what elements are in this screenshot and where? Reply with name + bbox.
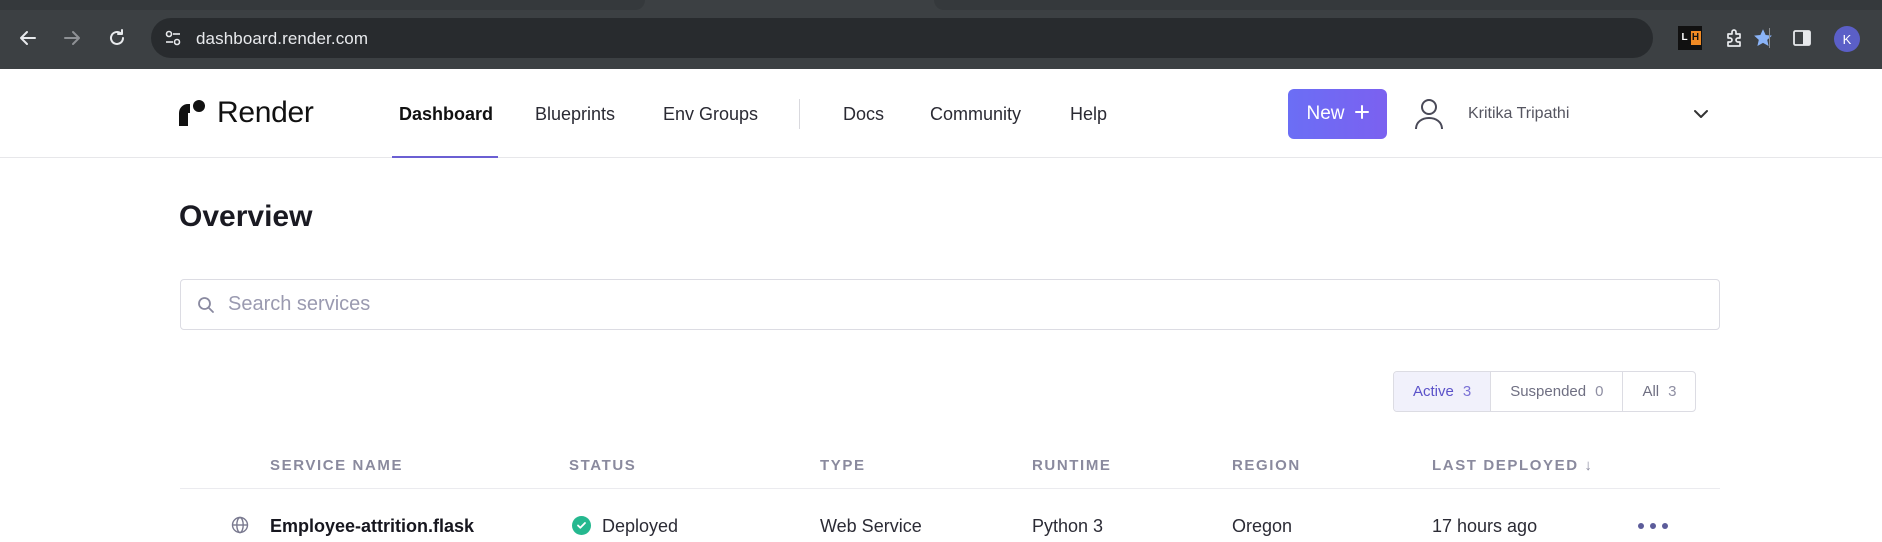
profile-avatar[interactable]: K — [1834, 26, 1860, 52]
reload-icon[interactable] — [101, 22, 133, 54]
globe-icon — [230, 515, 250, 535]
service-name-link[interactable]: Employee-attrition.flask — [270, 516, 474, 537]
column-header-type[interactable]: TYPE — [820, 457, 866, 474]
plus-icon — [1354, 103, 1369, 125]
nav-community[interactable]: Community — [930, 104, 1021, 125]
column-header-runtime[interactable]: RUNTIME — [1032, 457, 1112, 474]
render-logo[interactable]: Render — [179, 96, 314, 130]
search-input[interactable] — [228, 280, 1708, 329]
chevron-down-icon[interactable] — [1690, 103, 1712, 125]
browser-toolbar: dashboard.render.com L H K — [0, 0, 1882, 69]
logo-text: Render — [217, 96, 314, 129]
new-button-label: New — [1306, 103, 1345, 124]
service-region: Oregon — [1232, 516, 1293, 536]
search-box[interactable] — [180, 279, 1720, 330]
back-icon[interactable] — [12, 22, 44, 54]
browser-tab[interactable] — [0, 0, 645, 10]
nav-dashboard[interactable]: Dashboard — [399, 104, 493, 125]
active-nav-indicator — [392, 156, 498, 158]
nav-docs[interactable]: Docs — [843, 104, 884, 125]
filter-count: 0 — [1595, 383, 1604, 400]
url-text[interactable]: dashboard.render.com — [196, 29, 368, 49]
service-status: Deployed — [602, 516, 679, 536]
column-header-status[interactable]: STATUS — [569, 457, 636, 474]
browser-tab[interactable] — [934, 0, 1882, 10]
bookmark-star-icon[interactable] — [1751, 26, 1775, 50]
nav-divider — [799, 99, 800, 129]
status-filter-tabs: Active 3 Suspended 0 All 3 — [1393, 371, 1697, 412]
filter-count: 3 — [1668, 383, 1677, 400]
user-name: Kritika Tripathi — [1468, 105, 1570, 122]
side-panel-icon[interactable] — [1790, 26, 1814, 50]
toolbar-divider — [1769, 28, 1770, 48]
render-logo-icon — [179, 100, 205, 126]
page-title: Overview — [179, 200, 313, 233]
table-row[interactable]: Employee-attrition.flask Deployed Web Se… — [0, 489, 1882, 542]
more-options-icon[interactable] — [1638, 519, 1668, 533]
nav-env-groups[interactable]: Env Groups — [663, 104, 758, 125]
filter-active[interactable]: Active 3 — [1394, 372, 1492, 411]
service-runtime: Python 3 — [1032, 516, 1104, 536]
filter-label: Active — [1413, 383, 1454, 400]
nav-blueprints[interactable]: Blueprints — [535, 104, 615, 125]
forward-icon[interactable] — [56, 22, 88, 54]
column-header-last-deployed[interactable]: LAST DEPLOYED ↓ — [1432, 457, 1594, 474]
ext-badge-letter: H — [1690, 31, 1701, 45]
filter-label: All — [1642, 383, 1660, 400]
service-last-deployed: 17 hours ago — [1432, 516, 1538, 536]
check-circle-icon — [572, 516, 591, 535]
column-header-region[interactable]: REGION — [1232, 457, 1301, 474]
filter-label: Suspended — [1510, 383, 1587, 400]
nav-help[interactable]: Help — [1070, 104, 1107, 125]
filter-all[interactable]: All 3 — [1623, 372, 1695, 411]
service-type: Web Service — [820, 516, 922, 536]
new-button[interactable]: New — [1288, 89, 1387, 139]
search-icon — [195, 294, 217, 316]
column-header-service-name[interactable]: SERVICE NAME — [270, 457, 403, 474]
lighthouse-extension-icon[interactable]: L H — [1678, 26, 1702, 50]
filter-suspended[interactable]: Suspended 0 — [1491, 372, 1624, 411]
user-avatar-icon — [1410, 95, 1448, 133]
extensions-puzzle-icon[interactable] — [1723, 26, 1747, 50]
address-bar[interactable]: dashboard.render.com — [151, 18, 1772, 58]
user-menu[interactable]: Kritika Tripathi — [1410, 89, 1717, 139]
app-header: Render Dashboard Blueprints Env Groups D… — [0, 69, 1882, 158]
site-settings-icon[interactable] — [161, 26, 185, 50]
filter-count: 3 — [1462, 383, 1472, 400]
ext-badge-letter: L — [1681, 32, 1688, 43]
